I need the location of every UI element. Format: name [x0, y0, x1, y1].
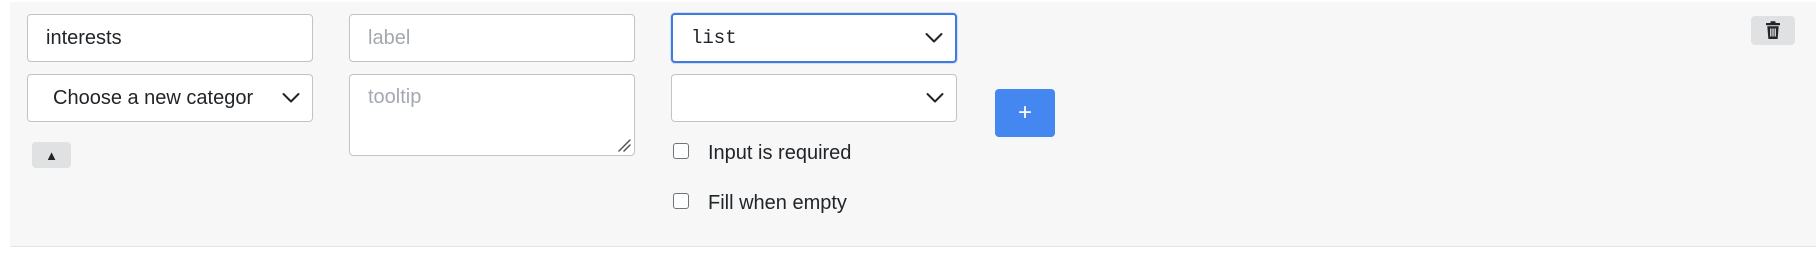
field-type-select[interactable]: list [671, 13, 957, 63]
trash-icon [1766, 21, 1780, 39]
field-label-input[interactable]: label [349, 14, 635, 62]
delete-field-button[interactable] [1751, 16, 1795, 45]
chevron-down-icon [925, 33, 943, 43]
category-selected: Choose a new categor [53, 86, 254, 109]
triangle-up-icon: ▲ [45, 147, 58, 163]
chevron-down-icon [282, 93, 300, 103]
required-checkbox-label: Input is required [708, 142, 852, 164]
field-name-value: interests [46, 26, 122, 49]
fill-empty-checkbox[interactable] [673, 193, 689, 209]
tooltip-textarea[interactable]: tooltip [349, 74, 635, 156]
add-field-button[interactable]: + [995, 89, 1055, 137]
add-button-label: + [1017, 99, 1032, 126]
secondary-select[interactable] [671, 74, 957, 122]
chevron-down-icon [926, 93, 944, 103]
fill-empty-checkbox-label: Fill when empty [708, 192, 847, 214]
category-select[interactable]: Choose a new categor [27, 74, 313, 122]
field-label-placeholder: label [368, 26, 411, 49]
move-up-button[interactable]: ▲ [32, 142, 71, 168]
field-type-selected: list [691, 27, 737, 49]
field-name-input[interactable]: interests [27, 14, 313, 62]
required-checkbox[interactable] [673, 143, 689, 159]
tooltip-placeholder: tooltip [368, 86, 422, 108]
resize-grip-icon[interactable] [617, 138, 631, 152]
